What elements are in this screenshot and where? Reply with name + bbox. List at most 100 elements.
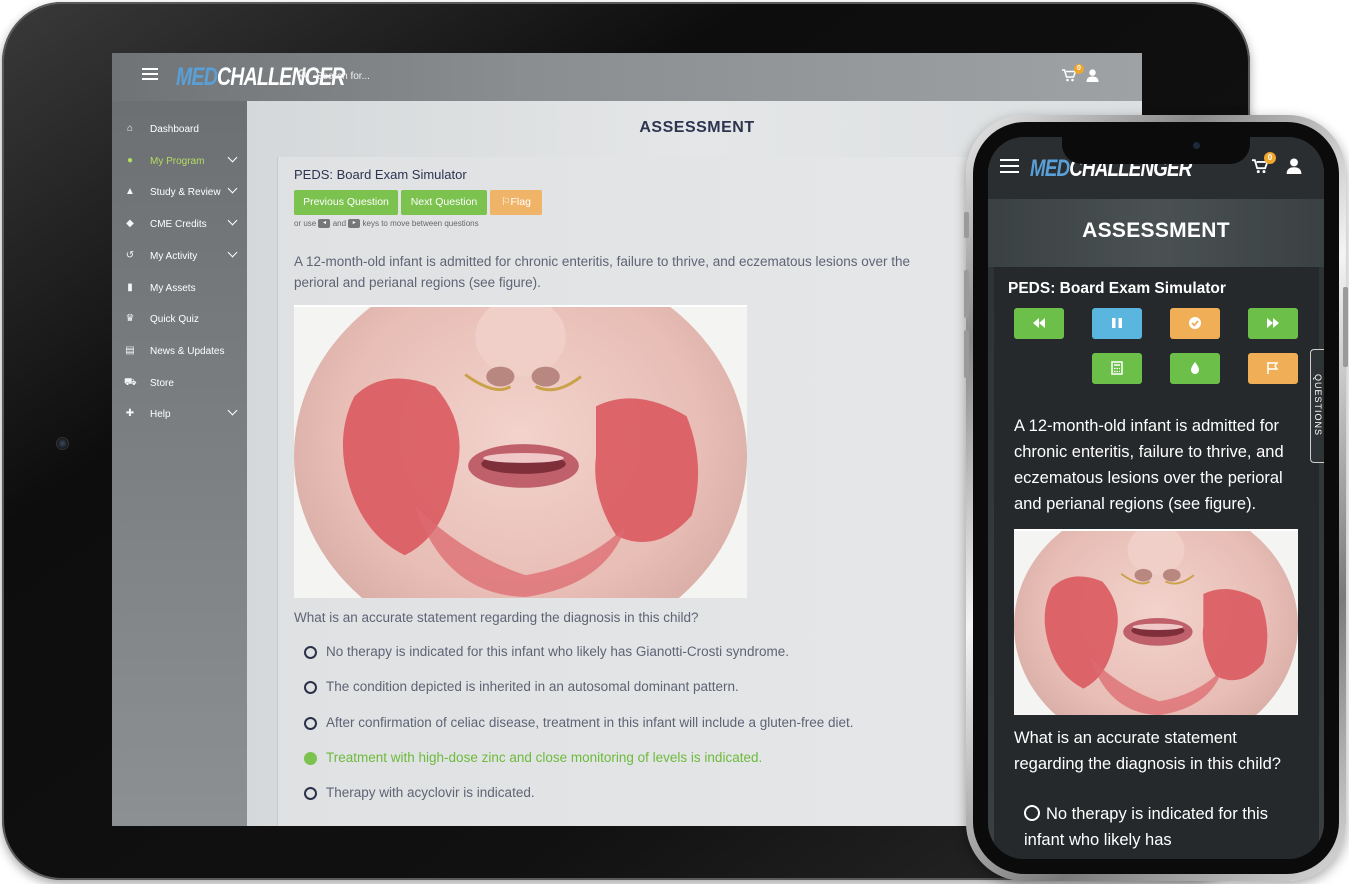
- mobile-hamburger-menu-icon[interactable]: [1000, 159, 1019, 173]
- flag-label: Flag: [510, 196, 531, 208]
- previous-question-button[interactable]: Previous Question: [294, 190, 398, 215]
- phone-mute-switch: [964, 212, 969, 238]
- cart-count-badge: 0: [1074, 64, 1084, 74]
- mobile-exam-title: PEDS: Board Exam Simulator: [1008, 280, 1226, 297]
- sidebar-item-dashboard[interactable]: ⌂ Dashboard: [112, 119, 247, 139]
- sidebar-item-label: Store: [150, 377, 174, 389]
- right-arrow-key-icon: ▸: [348, 219, 361, 229]
- mobile-question-text: What is an accurate statement regarding …: [1014, 729, 1281, 773]
- home-icon: ⌂: [126, 123, 134, 134]
- chevron-down-icon[interactable]: [227, 405, 238, 416]
- sidebar: ⌂ Dashboard ● My Program ▲ Study & Review ◆ CME…: [112, 101, 247, 826]
- sidebar-item-help[interactable]: ✚ Help: [112, 404, 247, 424]
- calculator-button[interactable]: [1092, 353, 1142, 384]
- sidebar-item-label: Quick Quiz: [150, 314, 199, 326]
- mobile-clinical-photo: [1014, 529, 1298, 715]
- mobile-question-stem: A 12-month-old infant is admitted for ch…: [1014, 417, 1284, 513]
- chevron-down-icon[interactable]: [227, 183, 238, 194]
- chevron-down-icon[interactable]: [227, 215, 238, 226]
- pause-icon: [1112, 318, 1122, 328]
- keyboard-hint: or use ◂ and ▸ keys to move between ques…: [294, 219, 479, 229]
- mobile-flag-button[interactable]: [1248, 353, 1298, 384]
- sidebar-item-label: Study & Review: [150, 187, 221, 199]
- search-input[interactable]: [316, 67, 616, 85]
- mobile-answer-option[interactable]: No therapy is indicated for this infant …: [1024, 801, 1294, 853]
- radio-button[interactable]: [1024, 805, 1040, 821]
- users-icon: ●: [126, 154, 134, 166]
- ambulance-icon: ✚: [125, 408, 135, 420]
- cart-icon[interactable]: 0: [1062, 64, 1084, 83]
- sidebar-item-label: Help: [150, 409, 171, 421]
- trophy-icon: ♛: [125, 313, 135, 325]
- questions-drawer-tab[interactable]: QUESTIONS: [1310, 349, 1324, 463]
- sidebar-item-label: My Program: [150, 155, 205, 167]
- chevron-down-icon[interactable]: [227, 247, 238, 258]
- clinical-photo: [294, 305, 747, 598]
- sidebar-item-label: CME Credits: [150, 219, 207, 231]
- sidebar-item-cme-credits[interactable]: ◆ CME Credits: [112, 214, 247, 234]
- top-bar: MEDCHALLENGER 0: [112, 53, 1142, 101]
- submit-answer-button[interactable]: [1170, 308, 1220, 339]
- sidebar-item-label: My Assets: [150, 282, 196, 294]
- tint-icon: [1191, 362, 1199, 374]
- left-arrow-key-icon: ◂: [318, 219, 331, 229]
- lab-values-button[interactable]: [1170, 353, 1220, 384]
- backward-icon: [1033, 318, 1045, 328]
- calculator-icon: [1111, 361, 1123, 375]
- mobile-page-title: ASSESSMENT: [1082, 219, 1230, 242]
- mobile-user-icon[interactable]: [1286, 158, 1302, 174]
- sidebar-item-my-activity[interactable]: ↺ My Activity: [112, 246, 247, 266]
- sidebar-item-quick-quiz[interactable]: ♛ Quick Quiz: [112, 309, 247, 329]
- cart-icon: ⛟: [124, 376, 137, 388]
- sidebar-item-my-assets[interactable]: ▮ My Assets: [112, 278, 247, 298]
- sidebar-item-store[interactable]: ⛟ Store: [112, 373, 247, 393]
- radio-button[interactable]: [304, 646, 317, 659]
- flag-icon: [1267, 362, 1279, 374]
- pause-button[interactable]: [1092, 308, 1142, 339]
- radio-button[interactable]: [304, 787, 317, 801]
- user-icon[interactable]: [1086, 69, 1100, 83]
- sidebar-item-study-review[interactable]: ▲ Study & Review: [112, 182, 247, 202]
- answer-option-label: The condition depicted is inherited in a…: [326, 679, 739, 695]
- next-question-button[interactable]: Next Question: [401, 190, 487, 215]
- bookmark-icon: ▮: [127, 281, 133, 293]
- certificate-icon: ◆: [126, 218, 134, 230]
- question-stem: A 12-month-old infant is admitted for ch…: [294, 254, 911, 290]
- phone-volume-down: [964, 330, 969, 378]
- history-icon: ↺: [125, 249, 135, 261]
- sidebar-item-label: News & Updates: [150, 345, 225, 357]
- newspaper-icon: ▤: [125, 344, 135, 356]
- phone-volume-up: [964, 270, 969, 318]
- rewind-button[interactable]: [1014, 308, 1064, 339]
- forward-button[interactable]: [1248, 308, 1298, 339]
- answer-option-label: No therapy is indicated for this infant …: [326, 644, 789, 659]
- sidebar-item-label: My Activity: [150, 250, 198, 262]
- search-icon: [298, 69, 308, 82]
- phone-side-button: [1343, 287, 1348, 367]
- radio-button[interactable]: [304, 681, 317, 695]
- chevron-down-icon[interactable]: [227, 152, 238, 163]
- mobile-cart-icon[interactable]: 0: [1252, 152, 1276, 174]
- graduation-cap-icon: ▲: [125, 186, 135, 198]
- hamburger-menu-icon[interactable]: [142, 68, 158, 80]
- sidebar-item-label: Dashboard: [150, 124, 199, 135]
- question-text: What is an accurate statement regarding …: [294, 610, 699, 625]
- questions-tab-label: QUESTIONS: [1313, 373, 1323, 436]
- exam-title: PEDS: Board Exam Simulator: [294, 167, 467, 182]
- radio-button[interactable]: [304, 751, 317, 765]
- mobile-answer-option-label: No therapy is indicated for this infant …: [1024, 805, 1268, 849]
- flag-button[interactable]: ⚐Flag: [490, 190, 542, 215]
- tablet-camera: [56, 437, 69, 450]
- phone-front-camera: [1193, 142, 1200, 149]
- check-circle-icon: [1189, 317, 1201, 329]
- answer-option-label: Treatment with high-dose zinc and close …: [326, 749, 763, 765]
- answer-option-label: After confirmation of celiac disease, tr…: [326, 714, 854, 730]
- sidebar-item-news-updates[interactable]: ▤ News & Updates: [112, 341, 247, 361]
- forward-icon: [1267, 318, 1279, 328]
- mobile-cart-count-badge: 0: [1264, 152, 1276, 164]
- radio-button[interactable]: [304, 716, 317, 730]
- sidebar-item-my-program[interactable]: ● My Program: [112, 151, 247, 171]
- answer-option-label: Therapy with acyclovir is indicated.: [326, 785, 535, 801]
- phone-notch: [1062, 134, 1250, 164]
- phone-screen: MEDCHALLENGER 0 ASSESSMENT PEDS: Board E…: [988, 137, 1324, 859]
